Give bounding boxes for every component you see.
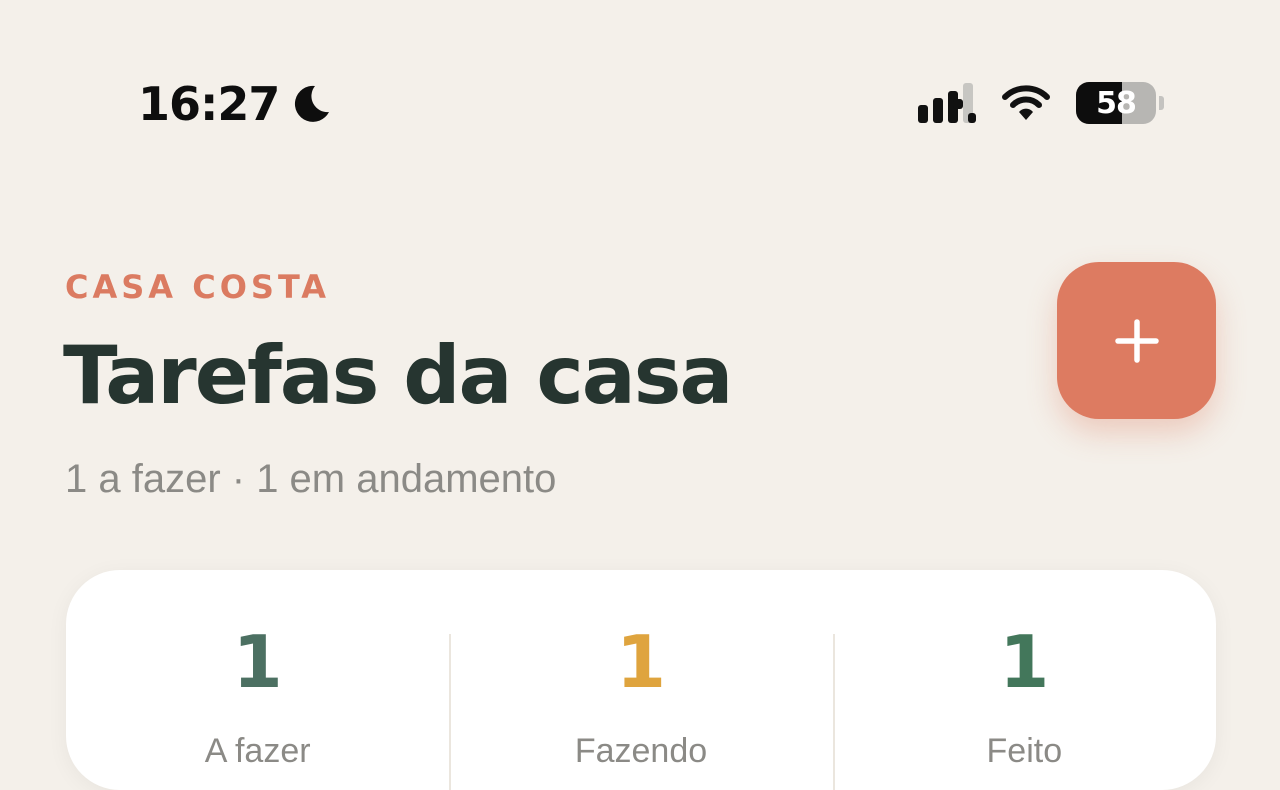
status-bar: 16:27 58	[0, 0, 1280, 160]
status-time: 16:27	[138, 77, 280, 131]
battery-tip	[1159, 96, 1164, 110]
stat-doing-label: Fazendo	[574, 732, 708, 770]
add-task-button[interactable]	[1057, 262, 1216, 419]
page-title: Tarefas da casa	[63, 329, 733, 422]
battery-body: 58	[1076, 82, 1156, 124]
battery-percent: 58	[1096, 85, 1137, 121]
household-name: CASA COSTA	[65, 268, 331, 306]
stat-doing-count: 1	[615, 620, 667, 704]
stat-done[interactable]: 1 Feito	[832, 570, 1216, 790]
cellular-signal-icon	[918, 83, 976, 123]
moon-icon	[295, 85, 330, 122]
stat-done-count: 1	[999, 620, 1050, 704]
stat-todo[interactable]: 1 A fazer	[66, 570, 449, 790]
status-indicators: 58	[916, 80, 1164, 126]
stat-done-label: Feito	[986, 732, 1063, 770]
plus-icon	[1114, 318, 1159, 363]
stats-card: 1 A fazer 1 Fazendo 1 Feito	[66, 570, 1216, 790]
wifi-icon	[1002, 85, 1050, 120]
task-summary: 1 a fazer · 1 em andamento	[65, 457, 557, 501]
status-time-group: 16:27	[138, 78, 333, 130]
battery-indicator: 58	[1076, 82, 1164, 124]
stat-todo-label: A fazer	[204, 732, 311, 770]
stat-doing[interactable]: 1 Fazendo	[449, 570, 832, 790]
stat-todo-count: 1	[232, 620, 283, 704]
